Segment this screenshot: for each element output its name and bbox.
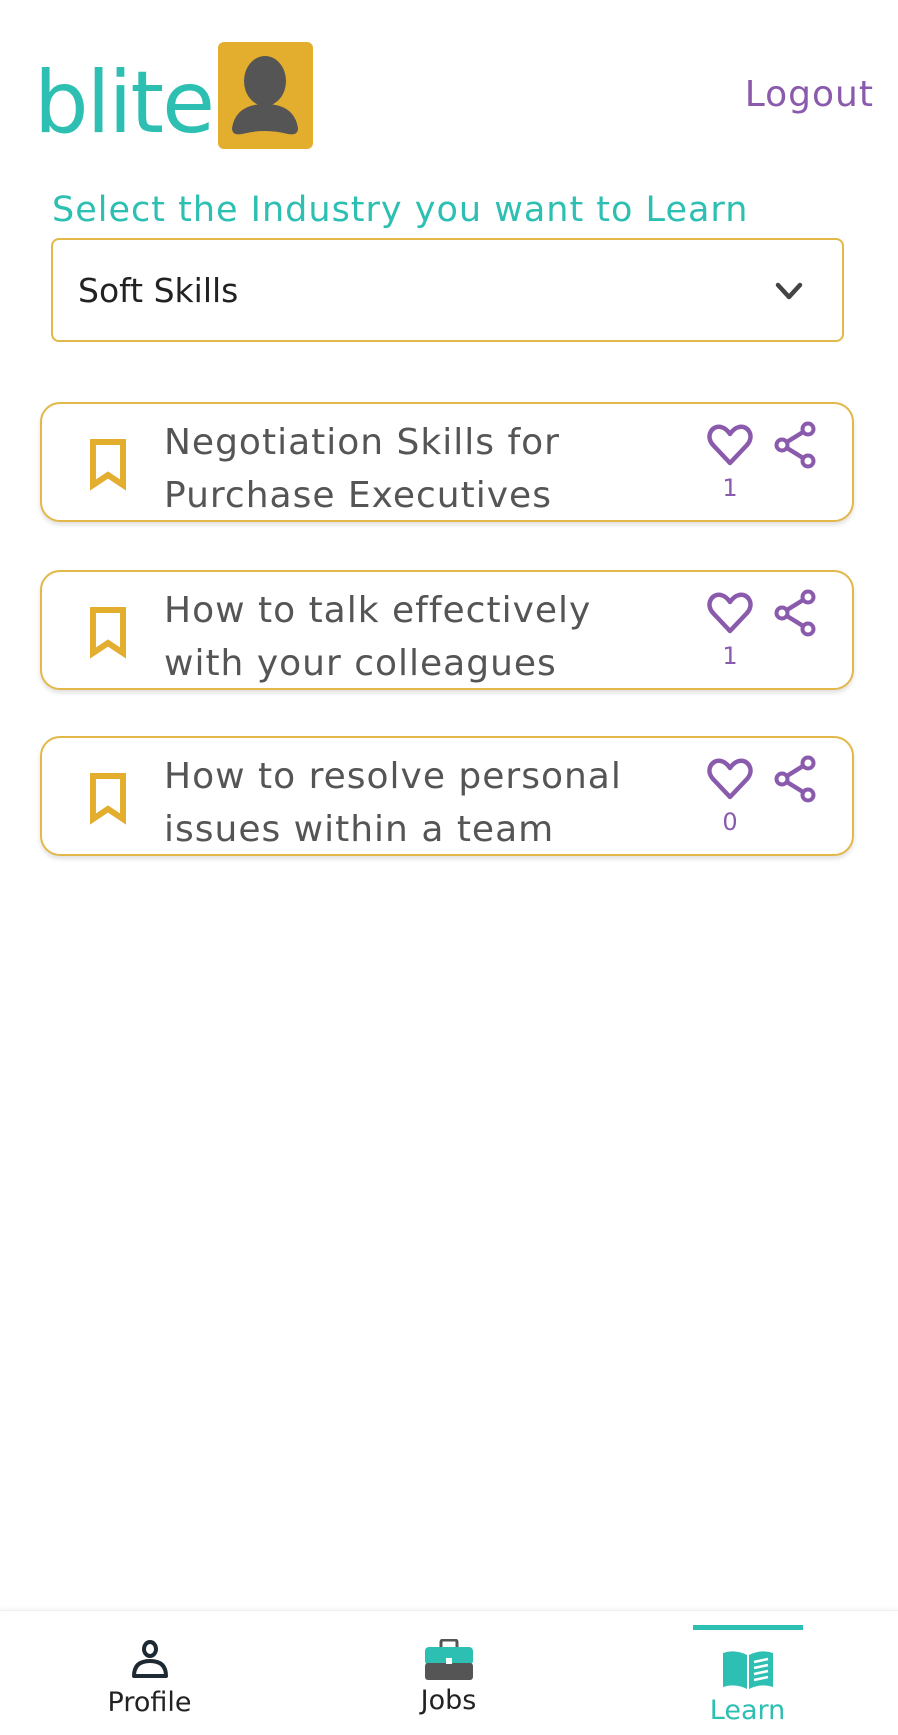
heart-icon[interactable] (706, 756, 754, 802)
nav-item-profile[interactable]: Profile (0, 1611, 299, 1735)
app-header: blite Logout (0, 0, 898, 180)
share-icon[interactable] (772, 588, 818, 638)
course-title: How to resolve personal issues within a … (164, 756, 622, 850)
course-title: Negotiation Skills for Purchase Executiv… (164, 422, 560, 516)
course-card[interactable]: Negotiation Skills for Purchase Executiv… (40, 402, 854, 522)
industry-select-label: Select the Industry you want to Learn (52, 190, 749, 230)
bookmark-icon[interactable] (88, 605, 128, 659)
share-icon[interactable] (772, 420, 818, 470)
like-count: 0 (722, 808, 738, 836)
bookmark-icon[interactable] (88, 437, 128, 491)
course-card[interactable]: How to resolve personal issues within a … (40, 736, 854, 856)
nav-item-jobs[interactable]: Jobs (299, 1611, 598, 1735)
course-card[interactable]: How to talk effectively with your collea… (40, 570, 854, 690)
industry-select[interactable]: Soft Skills (51, 238, 844, 342)
bookmark-icon[interactable] (88, 771, 128, 825)
app-logo: blite (34, 40, 313, 153)
nav-label-learn: Learn (709, 1695, 786, 1726)
share-icon[interactable] (772, 754, 818, 804)
heart-icon[interactable] (706, 590, 754, 636)
avatar-icon (218, 42, 313, 149)
industry-select-value: Soft Skills (78, 271, 239, 310)
briefcase-icon (424, 1639, 473, 1680)
book-icon (722, 1651, 773, 1689)
active-tab-indicator (693, 1625, 803, 1630)
nav-label-profile: Profile (107, 1687, 192, 1718)
course-title: How to talk effectively with your collea… (164, 590, 592, 684)
heart-icon[interactable] (706, 422, 754, 468)
like-count: 1 (722, 474, 738, 502)
nav-label-jobs: Jobs (420, 1685, 477, 1716)
logo-text: blite (34, 53, 215, 153)
like-count: 1 (722, 642, 738, 670)
logout-button[interactable]: Logout (745, 74, 874, 115)
chevron-down-icon (775, 282, 803, 300)
person-icon (131, 1640, 168, 1678)
bottom-nav: Profile Jobs Learn (0, 1610, 898, 1735)
